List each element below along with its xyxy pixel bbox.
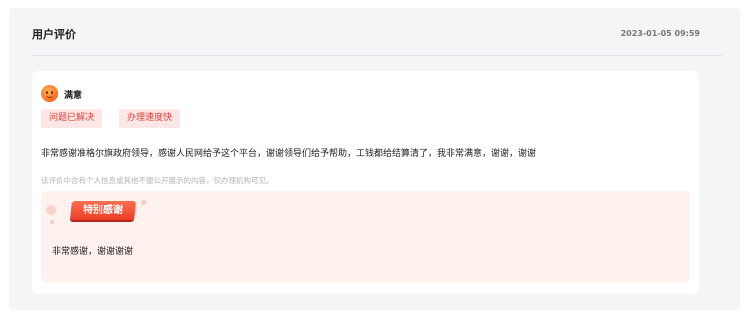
header-divider (32, 55, 722, 56)
special-thanks-badge-label: 特别感谢 (83, 205, 123, 216)
special-thanks-badge: 特别感谢 (70, 201, 136, 220)
emoji-mouth (46, 94, 53, 98)
tag-fast-processing: 办理速度快 (119, 109, 181, 128)
decor-dot-icon (50, 220, 54, 224)
section-title: 用户评价 (32, 28, 76, 41)
review-card: 满意 问题已解决 办理速度快 非常感谢准格尔旗政府领导，感谢人民网给予这个平台，… (32, 71, 699, 294)
tag-problem-solved: 问题已解决 (41, 109, 103, 128)
decor-dot-icon (141, 200, 146, 205)
special-thanks-text: 非常感谢，谢谢谢谢 (52, 247, 134, 257)
decor-dot-icon (46, 205, 56, 215)
satisfaction-label: 满意 (64, 91, 83, 101)
review-timestamp: 2023-01-05 09:59 (620, 29, 700, 38)
review-content: 非常感谢准格尔旗政府领导，感谢人民网给予这个平台，谢谢领导们给予帮助，工钱都给结… (41, 149, 537, 159)
smiley-face-icon (41, 85, 58, 102)
special-thanks-box: 特别感谢 非常感谢，谢谢谢谢 (41, 191, 690, 282)
privacy-note: 该评价中含有个人信息或其他不便公开展示的内容，仅办理机构可见。 (41, 176, 274, 185)
